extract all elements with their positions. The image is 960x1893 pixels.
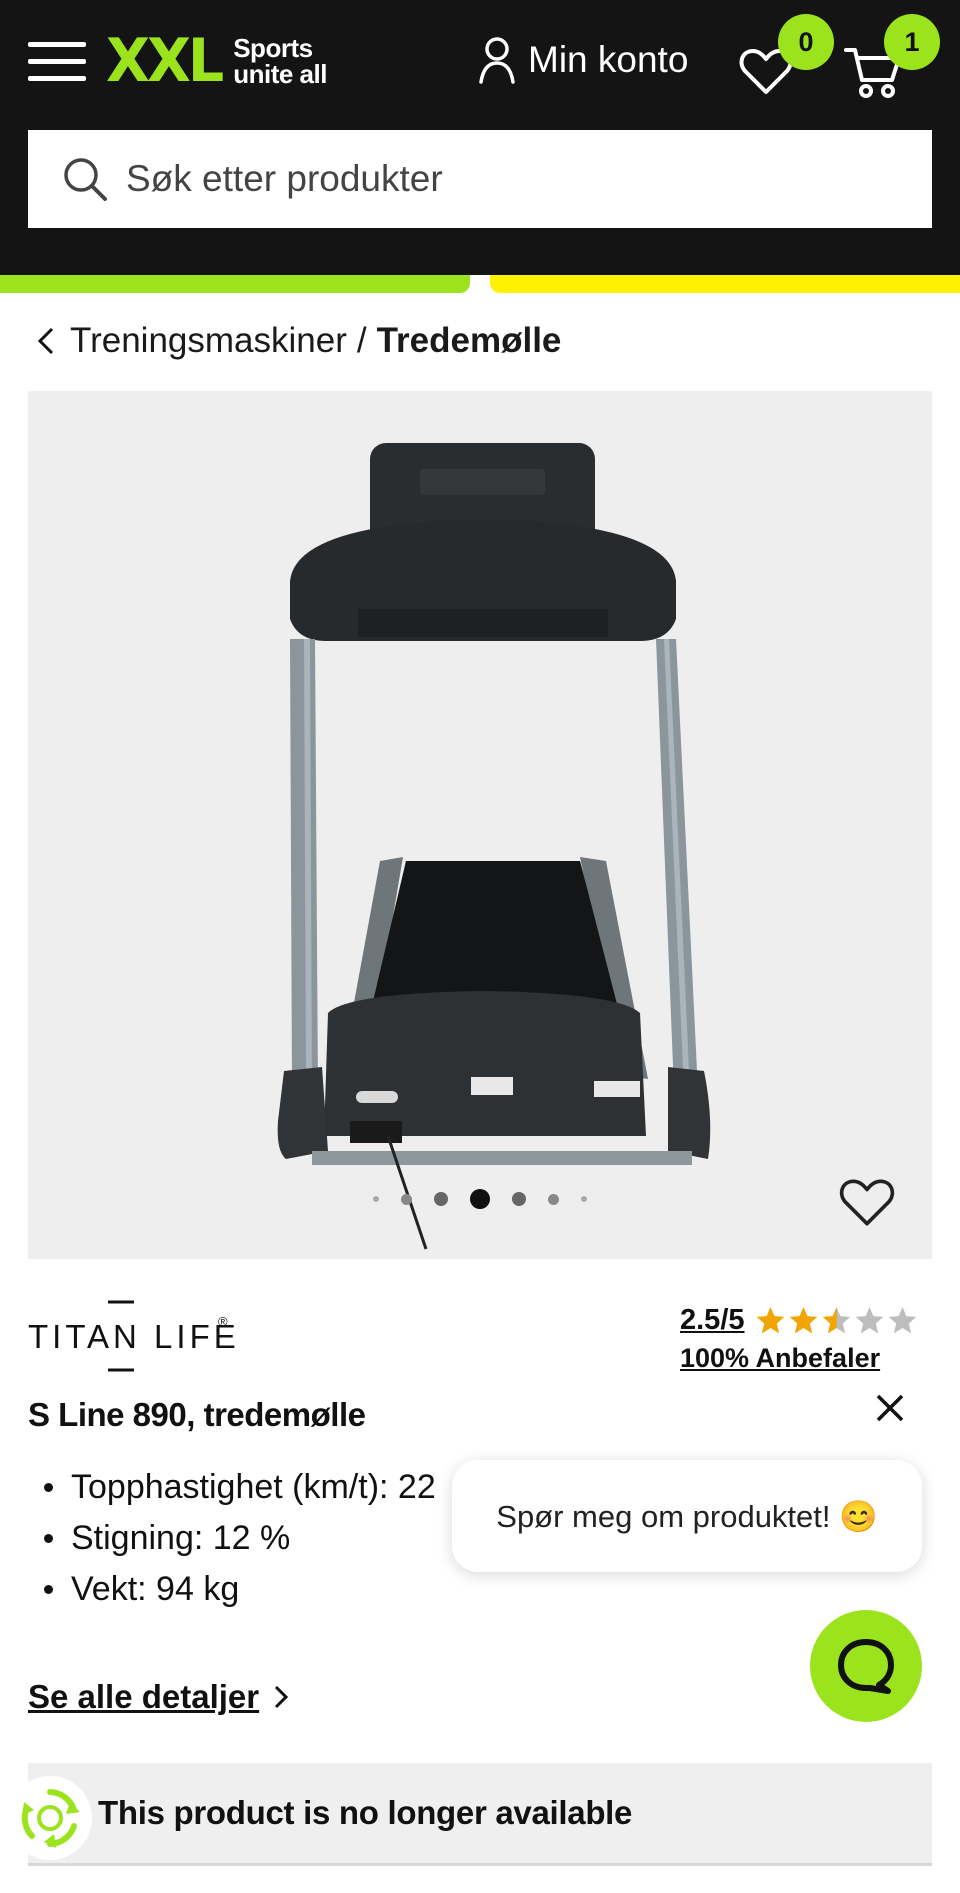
star-empty-icon [855,1306,883,1334]
breadcrumb-current: Tredemølle [376,321,562,360]
star-full-icon [756,1306,784,1334]
search-input[interactable]: Søk etter produkter [126,158,443,200]
gallery-dot[interactable] [512,1192,526,1206]
cart-count-badge: 1 [884,14,940,70]
gallery-dot[interactable] [401,1193,412,1205]
unavailable-text: This product is no longer available [98,1794,633,1831]
cart-button[interactable]: 1 [844,14,940,98]
chat-prompt-bubble[interactable]: Spør meg om produktet! 😊 [452,1460,922,1572]
logo-mark: XXL [106,25,224,96]
recycle-symbol [21,1789,80,1848]
wishlist-button[interactable]: 0 [738,14,834,96]
gallery-dot[interactable] [581,1196,587,1202]
logo-slogan-line1: Sports [233,33,313,63]
spec-item: Stigning: 12 % [28,1513,436,1564]
header-accent-yellow [490,275,960,293]
recommend-percentage[interactable]: 100% Anbefaler [680,1343,918,1374]
gallery-dot[interactable] [373,1196,379,1202]
heart-icon [839,1179,895,1226]
open-chat-button[interactable] [810,1610,922,1722]
brand-registered-mark: ® [218,1314,228,1329]
product-image[interactable] [28,391,932,1259]
account-link[interactable]: Min konto [478,32,688,88]
user-icon [479,37,515,84]
brand-logo[interactable]: TITAN LIFE ® [28,1300,238,1372]
product-title: S Line 890, tredemølle [28,1396,366,1433]
xxl-logo[interactable]: XXL Sports unite all [106,30,327,92]
gallery-dot[interactable] [548,1193,559,1205]
star-half-icon [822,1306,850,1334]
star-empty-icon [888,1306,916,1334]
search-bar[interactable]: Søk etter produkter [28,130,932,228]
wishlist-count-badge: 0 [778,14,834,70]
chevron-left-icon[interactable] [36,325,56,357]
close-chat-prompt-button[interactable] [872,1390,908,1426]
site-header: XXL Sports unite all Min konto 0 1 Søk e… [0,0,960,275]
star-full-icon [789,1306,817,1334]
breadcrumb-parent[interactable]: Treningsmaskiner [70,321,347,361]
close-icon [876,1394,904,1422]
add-to-wishlist-button[interactable] [838,1176,896,1230]
spec-item: Topphastighet (km/t): 22 [28,1462,436,1513]
product-image-gallery[interactable] [28,391,932,1259]
logo-slogan: Sports unite all [233,35,327,87]
rating-score[interactable]: 2.5/5 [680,1304,745,1337]
see-all-details-label: Se alle detaljer [28,1678,260,1715]
gallery-dot[interactable] [434,1192,448,1206]
breadcrumb-separator: / [356,321,367,360]
brand-name: TITAN LIFE [28,1318,238,1355]
account-label: Min konto [528,39,689,80]
breadcrumb: Treningsmaskiner / Tredemølle [36,316,561,366]
product-specs-list: Topphastighet (km/t): 22 Stigning: 12 % Ve… [28,1462,436,1615]
chevron-right-icon [275,1685,289,1709]
recycle-icon[interactable] [8,1776,92,1860]
logo-slogan-line2: unite all [233,59,327,89]
gallery-dot-active[interactable] [470,1189,490,1209]
unavailable-notice: This product is no longer available [28,1763,932,1866]
product-rating[interactable]: 2.5/5 100% Anbefaler [680,1304,918,1374]
chat-prompt-text: Spør meg om produktet! 😊 [496,1498,878,1534]
rating-stars [755,1305,918,1336]
chat-icon [838,1639,894,1694]
header-accent-green [0,275,470,293]
see-all-details-link[interactable]: Se alle detaljer [28,1678,293,1716]
search-icon [64,158,107,201]
menu-icon[interactable] [28,40,86,84]
spec-item: Vekt: 94 kg [28,1564,436,1615]
gallery-pagination [0,1187,960,1211]
